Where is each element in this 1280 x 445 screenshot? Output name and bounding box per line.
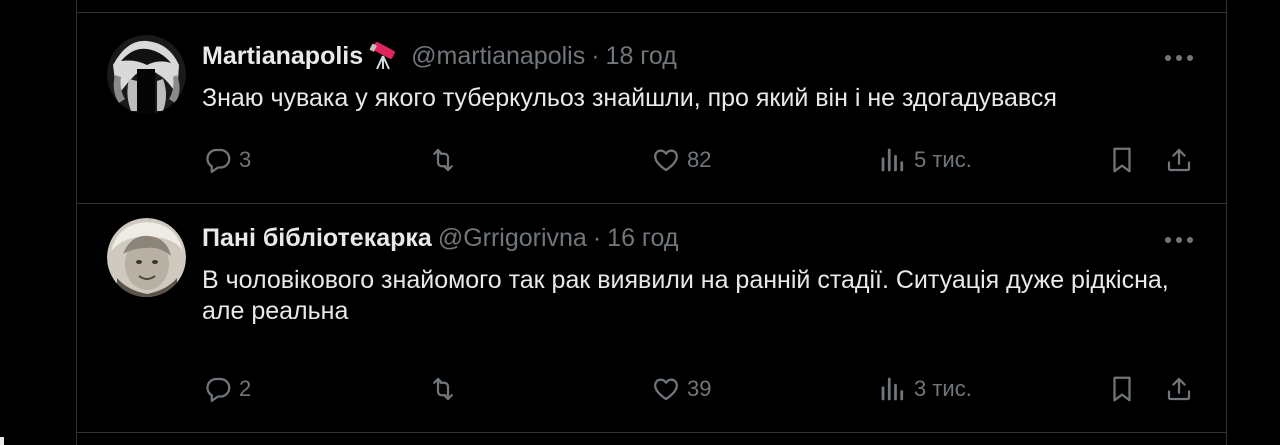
views-button[interactable]: 3 тис. xyxy=(878,371,972,407)
analytics-icon xyxy=(881,148,904,172)
bookmark-icon xyxy=(1113,147,1131,173)
views-count: 5 тис. xyxy=(914,147,972,172)
timeline-column: Martianapolis @martianapolis · 18 год Зн… xyxy=(76,0,1227,445)
reply-icon xyxy=(206,148,231,173)
user-handle[interactable]: @Grrigorivna xyxy=(438,224,587,253)
timestamp[interactable]: 16 год xyxy=(607,224,678,253)
avatar[interactable] xyxy=(107,218,186,297)
like-button[interactable]: 82 xyxy=(651,142,711,178)
reply-icon xyxy=(206,377,231,402)
separator-dot: · xyxy=(591,41,600,70)
views-button[interactable]: 5 тис. xyxy=(878,142,972,178)
repost-icon xyxy=(433,148,453,172)
more-options-icon[interactable] xyxy=(1162,223,1196,257)
separator-dot: · xyxy=(592,223,602,252)
tweet-reply[interactable]: Пані бібліотекарка @Grrigorivna · 16 год… xyxy=(77,204,1226,433)
tweet-header: Martianapolis @martianapolis · 18 год xyxy=(202,39,677,73)
more-options-icon[interactable] xyxy=(1162,41,1196,75)
repost-button[interactable] xyxy=(428,142,464,178)
tweet-reply[interactable]: Martianapolis @martianapolis · 18 год Зн… xyxy=(77,13,1226,204)
tweet-actions: 3 82 5 тис. xyxy=(203,142,1198,178)
repost-icon xyxy=(433,377,453,401)
user-handle[interactable]: @martianapolis xyxy=(411,42,585,71)
reply-button[interactable]: 2 xyxy=(203,371,251,407)
bookmark-button[interactable] xyxy=(1107,371,1137,407)
avatar[interactable] xyxy=(107,35,186,114)
previous-tweet-edge xyxy=(77,0,1226,13)
share-button[interactable] xyxy=(1164,142,1194,178)
bookmark-button[interactable] xyxy=(1107,142,1137,178)
display-name[interactable]: Пані бібліотекарка xyxy=(202,224,432,253)
tweet-header: Пані бібліотекарка @Grrigorivna · 16 год xyxy=(202,221,678,255)
share-icon xyxy=(1167,377,1191,401)
share-button[interactable] xyxy=(1164,371,1194,407)
tweet-actions: 2 39 3 тис. xyxy=(203,371,1198,407)
share-icon xyxy=(1167,148,1191,172)
reply-count: 2 xyxy=(239,376,252,401)
heart-icon xyxy=(654,149,678,172)
heart-icon xyxy=(654,378,678,401)
like-button[interactable]: 39 xyxy=(651,371,711,407)
analytics-icon xyxy=(881,377,904,401)
window-edge-marker xyxy=(0,437,4,445)
like-count: 39 xyxy=(687,376,712,401)
tweet-text: Знаю чувака у якого туберкульоз знайшли,… xyxy=(202,84,1057,112)
like-count: 82 xyxy=(687,147,712,172)
views-count: 3 тис. xyxy=(914,376,972,401)
reply-count: 3 xyxy=(239,147,252,172)
telescope-icon xyxy=(367,40,399,72)
display-name[interactable]: Martianapolis xyxy=(202,42,363,71)
repost-button[interactable] xyxy=(428,371,464,407)
tweet-text: В чоловікового знайомого так рак виявили… xyxy=(202,266,1169,325)
timestamp[interactable]: 18 год xyxy=(606,42,677,71)
bookmark-icon xyxy=(1113,376,1131,402)
reply-button[interactable]: 3 xyxy=(203,142,251,178)
